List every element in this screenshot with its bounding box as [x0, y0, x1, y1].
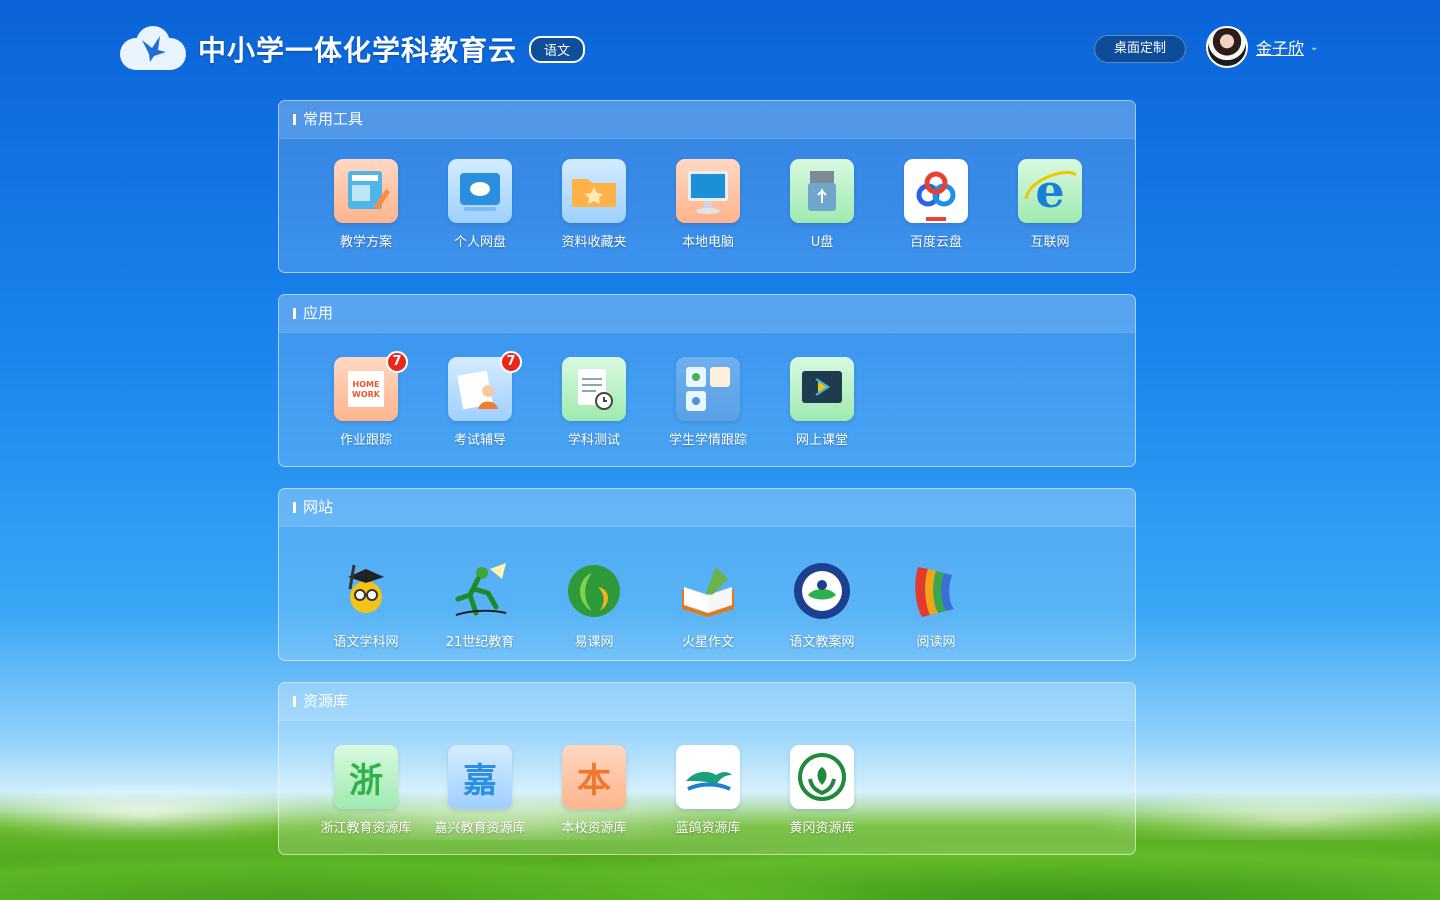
- app-item-favorites[interactable]: 资料收藏夹: [539, 159, 649, 250]
- app-item-usb[interactable]: U盘: [767, 159, 877, 250]
- zhejiang-resource-icon[interactable]: 浙: [334, 745, 398, 809]
- jiaxing-resource-icon[interactable]: 嘉: [448, 745, 512, 809]
- mars-composition-icon[interactable]: [676, 559, 740, 623]
- user-name[interactable]: 金子欣: [1256, 35, 1304, 59]
- app-item-exam-tutoring[interactable]: 7 考试辅导: [425, 351, 535, 448]
- section-title: 应用: [303, 304, 334, 322]
- site-item-mars-composition[interactable]: 火星作文: [653, 559, 763, 650]
- resource-item-languo[interactable]: 蓝鸽资源库: [653, 745, 763, 836]
- local-computer-icon[interactable]: [676, 159, 740, 223]
- reading-site-icon[interactable]: [904, 559, 968, 623]
- section-header: 应用: [279, 295, 1135, 333]
- personal-cloud-drive-icon[interactable]: [448, 159, 512, 223]
- resource-item-zhejiang[interactable]: 浙 浙江教育资源库: [311, 745, 421, 836]
- lesson-plan-icon[interactable]: [334, 159, 398, 223]
- internet-explorer-icon[interactable]: e: [1018, 159, 1082, 223]
- online-class-icon[interactable]: [790, 357, 854, 421]
- resource-item-jiaxing[interactable]: 嘉 嘉兴教育资源库: [425, 745, 535, 836]
- desktop-customize-button[interactable]: 桌面定制: [1094, 35, 1186, 63]
- student-tracking-icon[interactable]: [676, 357, 740, 421]
- languo-resource-icon[interactable]: [676, 745, 740, 809]
- chinese-lesson-plan-site-icon[interactable]: [790, 559, 854, 623]
- subject-test-icon[interactable]: [562, 357, 626, 421]
- app-item-internet[interactable]: e 互联网: [995, 159, 1105, 250]
- yike-site-icon[interactable]: [562, 559, 626, 623]
- 21st-century-education-icon[interactable]: [448, 559, 512, 623]
- app-item-online-class[interactable]: 网上课堂: [767, 357, 877, 448]
- favorites-folder-icon[interactable]: [562, 159, 626, 223]
- usb-drive-icon[interactable]: [790, 159, 854, 223]
- section-apps: 应用 HOME WORK 7 作业跟踪 7 考试辅导 学科测试 学生学情跟踪 网…: [278, 294, 1136, 467]
- svg-text:HOME: HOME: [353, 380, 380, 389]
- app-item-subject-test[interactable]: 学科测试: [539, 357, 649, 448]
- user-menu[interactable]: 金子欣 ⌄: [1206, 26, 1318, 68]
- resource-item-school[interactable]: 本 本校资源库: [539, 745, 649, 836]
- section-header: 资源库: [279, 683, 1135, 721]
- site-item-chinese-lesson-plan[interactable]: 语文教案网: [767, 559, 877, 650]
- huanggang-resource-icon[interactable]: [790, 745, 854, 809]
- section-header: 常用工具: [279, 101, 1135, 139]
- app-item-homework[interactable]: HOME WORK 7 作业跟踪: [311, 351, 421, 448]
- app-title: 中小学一体化学科教育云: [198, 34, 518, 67]
- section-tools: 常用工具 教学方案 个人网盘 资料收藏夹 本地电脑 U盘 百度云盘 e 互联网: [278, 100, 1136, 273]
- exam-tutoring-icon[interactable]: 7: [448, 351, 522, 421]
- notification-badge: 7: [500, 351, 522, 373]
- avatar[interactable]: [1206, 26, 1248, 68]
- app-item-lesson-plan[interactable]: 教学方案: [311, 159, 421, 250]
- section-title: 资源库: [303, 692, 349, 710]
- homework-icon[interactable]: HOME WORK 7: [334, 351, 408, 421]
- resource-item-huanggang[interactable]: 黄冈资源库: [767, 745, 877, 836]
- notification-badge: 7: [386, 351, 408, 373]
- section-header: 网站: [279, 489, 1135, 527]
- chinese-subject-site-icon[interactable]: [334, 559, 398, 623]
- app-item-local-computer[interactable]: 本地电脑: [653, 159, 763, 250]
- baidu-cloud-icon[interactable]: [904, 159, 968, 223]
- section-resources: 资源库 浙 浙江教育资源库 嘉 嘉兴教育资源库 本 本校资源库 蓝鸽资源库 黄冈…: [278, 682, 1136, 855]
- section-title: 常用工具: [303, 110, 364, 128]
- school-resource-icon[interactable]: 本: [562, 745, 626, 809]
- site-item-reading[interactable]: 阅读网: [881, 559, 991, 650]
- chevron-down-icon[interactable]: ⌄: [1310, 42, 1318, 53]
- app-item-personal-drive[interactable]: 个人网盘: [425, 159, 535, 250]
- logo: 中小学一体化学科教育云 语文: [120, 26, 586, 72]
- app-item-student-tracking[interactable]: 学生学情跟踪: [653, 357, 763, 448]
- subject-badge[interactable]: 语文: [529, 35, 586, 63]
- site-item-yike[interactable]: 易课网: [539, 559, 649, 650]
- cloud-bird-logo-icon: [120, 26, 186, 72]
- section-websites: 网站 语文学科网 21世纪教育 易课网 火星作文 语文教案网 阅读网: [278, 488, 1136, 661]
- section-title: 网站: [303, 498, 334, 516]
- site-item-21st-century[interactable]: 21世纪教育: [425, 559, 535, 650]
- app-item-baidu-cloud[interactable]: 百度云盘: [881, 159, 991, 250]
- svg-text:WORK: WORK: [352, 390, 381, 399]
- site-item-chinese-subject[interactable]: 语文学科网: [311, 559, 421, 650]
